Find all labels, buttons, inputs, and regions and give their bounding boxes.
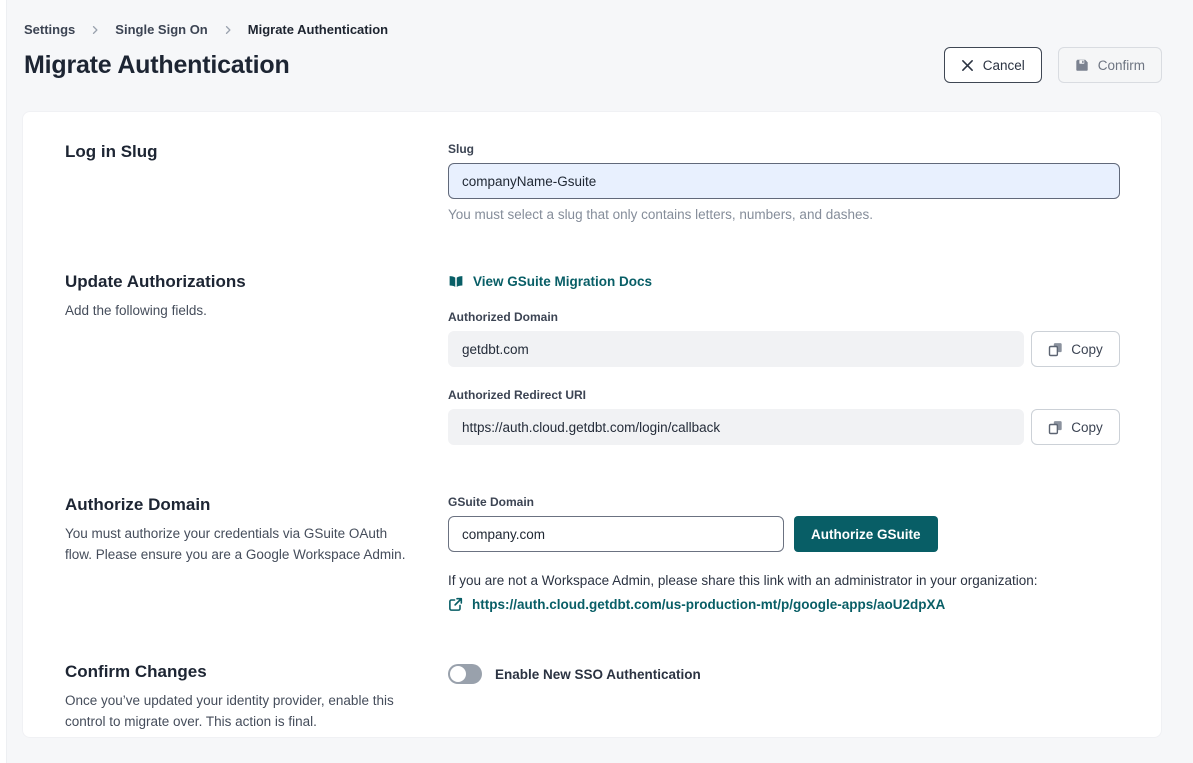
- authorized-domain-label: Authorized Domain: [448, 310, 1120, 324]
- external-link-icon: [448, 597, 463, 612]
- cancel-button[interactable]: Cancel: [944, 47, 1042, 83]
- sso-toggle-row: Enable New SSO Authentication: [448, 662, 1120, 684]
- enable-sso-toggle[interactable]: [448, 664, 482, 684]
- copy-icon: [1048, 420, 1063, 435]
- authorize-gsuite-button[interactable]: Authorize GSuite: [794, 516, 938, 552]
- authorized-domain-value: getdbt.com: [448, 331, 1024, 367]
- copy-authorized-domain-button[interactable]: Copy: [1031, 331, 1120, 367]
- migrate-authentication-page: Settings Single Sign On Migrate Authenti…: [0, 0, 1193, 738]
- breadcrumb: Settings Single Sign On Migrate Authenti…: [0, 22, 1193, 37]
- enable-sso-toggle-label: Enable New SSO Authentication: [495, 667, 701, 682]
- save-icon: [1075, 58, 1089, 72]
- gsuite-domain-row: Authorize GSuite: [448, 516, 1120, 552]
- settings-card: Log in Slug Slug You must select a slug …: [22, 111, 1162, 738]
- confirm-button-label: Confirm: [1098, 58, 1145, 73]
- redirect-uri-label: Authorized Redirect URI: [448, 388, 1120, 402]
- update-authorizations-description: Add the following fields.: [65, 301, 424, 322]
- authorize-domain-heading: Authorize Domain: [65, 495, 424, 515]
- slug-helper-text: You must select a slug that only contain…: [448, 207, 1120, 222]
- breadcrumb-single-sign-on[interactable]: Single Sign On: [115, 22, 207, 37]
- authorize-domain-section: Authorize Domain You must authorize your…: [65, 495, 1120, 612]
- authorize-domain-description: You must authorize your credentials via …: [65, 524, 417, 566]
- slug-input[interactable]: [448, 163, 1120, 199]
- redirect-uri-value: https://auth.cloud.getdbt.com/login/call…: [448, 409, 1024, 445]
- authorized-domain-row: getdbt.com Copy: [448, 331, 1120, 367]
- left-edge-panel: [0, 0, 7, 763]
- page-header: Migrate Authentication Cancel Confirm: [0, 37, 1193, 83]
- confirm-changes-heading: Confirm Changes: [65, 662, 424, 682]
- confirm-changes-section: Confirm Changes Once you’ve updated your…: [65, 662, 1120, 733]
- chevron-right-icon: [222, 24, 234, 36]
- workspace-admin-note: If you are not a Workspace Admin, please…: [448, 573, 1120, 588]
- login-slug-heading: Log in Slug: [65, 142, 424, 162]
- breadcrumb-settings[interactable]: Settings: [24, 22, 75, 37]
- update-authorizations-heading: Update Authorizations: [65, 272, 424, 292]
- gsuite-domain-input[interactable]: [448, 516, 784, 552]
- cancel-button-label: Cancel: [983, 58, 1025, 73]
- book-icon: [448, 274, 464, 289]
- toggle-knob: [450, 666, 466, 682]
- copy-button-label: Copy: [1071, 342, 1103, 357]
- share-link-row: https://auth.cloud.getdbt.com/us-product…: [448, 597, 1120, 612]
- gsuite-migration-docs-link[interactable]: View GSuite Migration Docs: [448, 274, 652, 289]
- login-slug-section: Log in Slug Slug You must select a slug …: [65, 142, 1120, 222]
- page-title: Migrate Authentication: [24, 51, 290, 80]
- copy-button-label: Copy: [1071, 420, 1103, 435]
- admin-share-link[interactable]: https://auth.cloud.getdbt.com/us-product…: [472, 597, 945, 612]
- header-actions: Cancel Confirm: [944, 47, 1162, 83]
- close-icon: [961, 59, 974, 72]
- confirm-changes-description: Once you’ve updated your identity provid…: [65, 691, 417, 733]
- update-authorizations-section: Update Authorizations Add the following …: [65, 272, 1120, 445]
- copy-icon: [1048, 342, 1063, 357]
- gsuite-domain-label: GSuite Domain: [448, 495, 1120, 509]
- copy-redirect-uri-button[interactable]: Copy: [1031, 409, 1120, 445]
- slug-label: Slug: [448, 142, 1120, 156]
- chevron-right-icon: [89, 24, 101, 36]
- confirm-button[interactable]: Confirm: [1058, 47, 1162, 83]
- breadcrumb-migrate-authentication: Migrate Authentication: [248, 22, 388, 37]
- gsuite-migration-docs-label: View GSuite Migration Docs: [473, 274, 652, 289]
- redirect-uri-row: https://auth.cloud.getdbt.com/login/call…: [448, 409, 1120, 445]
